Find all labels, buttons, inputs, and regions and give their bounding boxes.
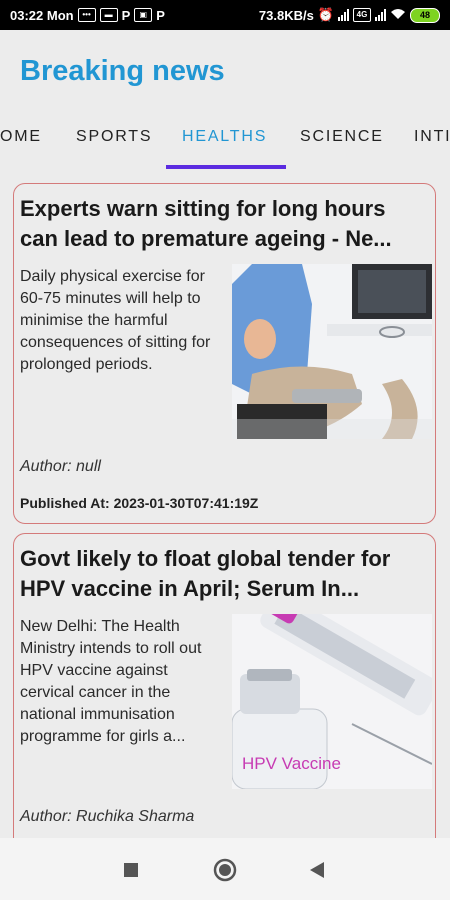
tab-indicator xyxy=(166,165,286,169)
article-author: Author: Ruchika Sharma xyxy=(20,808,195,825)
network-speed: 73.8KB/s xyxy=(258,7,314,23)
article-card[interactable]: Experts warn sitting for long hours can … xyxy=(13,183,436,524)
article-author: Author: null xyxy=(20,458,101,475)
article-title[interactable]: Experts warn sitting for long hours can … xyxy=(20,194,425,254)
status-time: 03:22 Mon xyxy=(10,7,74,23)
article-title[interactable]: Govt likely to float global tender for H… xyxy=(20,544,425,604)
p-icon: P xyxy=(156,7,165,23)
vaccine-label: HPV Vaccine xyxy=(242,754,341,773)
tab-home[interactable]: OME xyxy=(0,128,42,146)
image-icon: ▣ xyxy=(134,8,153,22)
tab-healths[interactable]: HEALTHS xyxy=(182,128,267,146)
article-image[interactable] xyxy=(232,264,432,439)
volte-icon: 4G xyxy=(353,8,371,22)
tab-international[interactable]: INTI xyxy=(414,128,450,146)
article-card[interactable]: Govt likely to float global tender for H… xyxy=(13,533,436,843)
p-icon: P xyxy=(121,7,131,23)
back-icon[interactable] xyxy=(310,862,324,878)
battery-icon: 48 xyxy=(410,7,440,23)
signal-icon xyxy=(375,9,386,21)
tab-sports[interactable]: SPORTS xyxy=(76,128,152,146)
status-bar: 03:22 Mon ••• ▬ P ▣ P 73.8KB/s ⏰ 4G 48 xyxy=(0,0,450,30)
app-title: Breaking news xyxy=(20,55,225,87)
recent-apps-icon[interactable] xyxy=(124,863,138,877)
signal-icon xyxy=(338,9,349,21)
article-description: New Delhi: The Health Ministry intends t… xyxy=(20,618,202,745)
article-published-date: Published At: 2023-01-30T07:41:19Z xyxy=(20,495,259,511)
category-tabs: OME SPORTS HEALTHS SCIENCE INTI xyxy=(0,120,450,170)
tab-science[interactable]: SCIENCE xyxy=(300,128,384,146)
message-icon: ▬ xyxy=(99,8,118,22)
alarm-icon: ⏰ xyxy=(317,7,334,22)
navigation-bar xyxy=(0,838,450,900)
article-description: Daily physical exercise for 60-75 minute… xyxy=(20,268,211,373)
chat-icon: ••• xyxy=(77,8,96,22)
home-icon[interactable] xyxy=(213,858,237,882)
wifi-icon xyxy=(390,8,406,23)
battery-level: 48 xyxy=(419,10,430,20)
article-image[interactable]: HPV Vaccine xyxy=(232,614,432,789)
